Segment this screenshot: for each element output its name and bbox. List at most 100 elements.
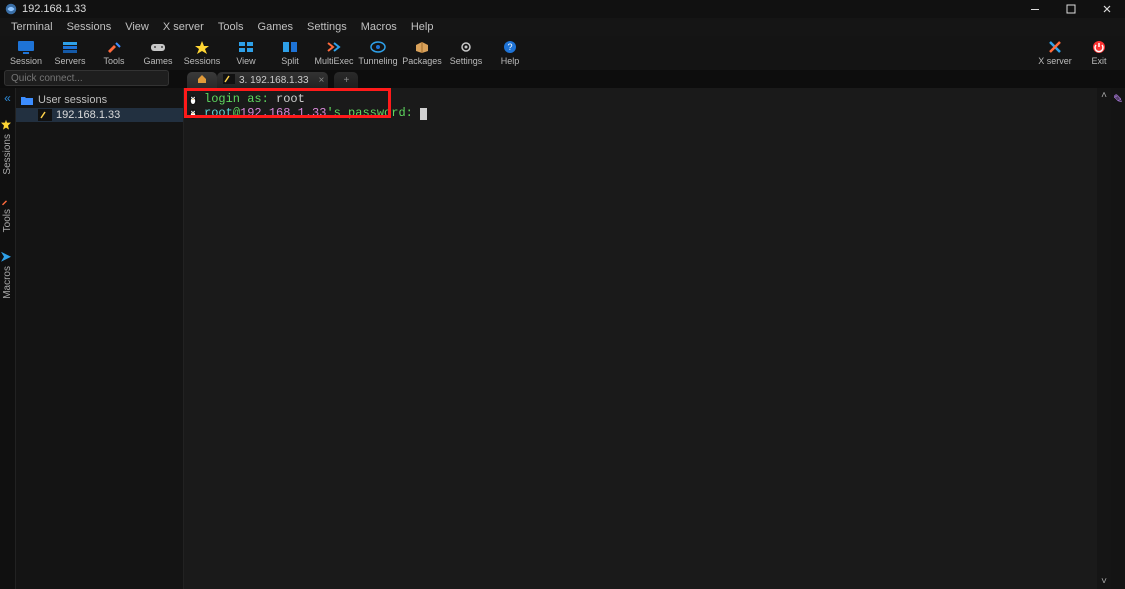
menubar: Terminal Sessions View X server Tools Ga… [0,18,1125,36]
multiexec-icon [325,39,343,55]
tree-item-label: 192.168.1.33 [56,109,120,121]
tab-new[interactable]: + [334,72,358,88]
toolbar-sessions[interactable]: Sessions [180,36,224,70]
terminal-pane[interactable]: login as: root root@192.168.1.33's passw… [184,88,1111,589]
menu-tools[interactable]: Tools [211,18,251,36]
terminal-text: 's password: [326,106,412,120]
subheader: 3. 192.168.1.33 × + [0,70,1125,88]
toolbar-split[interactable]: Split [268,36,312,70]
menu-help[interactable]: Help [404,18,441,36]
tab-home[interactable] [187,72,217,88]
toolbar-label: Tools [103,56,124,67]
dock-sessions[interactable]: Sessions [2,116,13,179]
toolbar-packages[interactable]: Packages [400,36,444,70]
help-icon: ? [501,39,519,55]
terminal-cursor [420,108,427,120]
dock-tools[interactable]: Tools [2,191,13,236]
ssh-icon [223,74,235,87]
tools-icon [3,195,13,205]
dock-label: Sessions [2,134,13,175]
tab-close-icon[interactable]: × [319,75,325,86]
titlebar: 192.168.1.33 [0,0,1125,18]
gear-icon [457,39,475,55]
menu-games[interactable]: Games [251,18,300,36]
terminal-text: @ [233,106,240,120]
toolbar-help[interactable]: ? Help [488,36,532,70]
menu-terminal[interactable]: Terminal [4,18,60,36]
toolbar-label: Tunneling [358,56,397,67]
tab-label: 3. 192.168.1.33 [239,75,309,86]
toolbar-label: Settings [450,56,483,67]
menu-settings[interactable]: Settings [300,18,354,36]
window-title: 192.168.1.33 [22,3,86,15]
minimize-button[interactable] [1017,0,1053,18]
toolbar-label: View [236,56,255,67]
terminal-output: login as: root root@192.168.1.33's passw… [184,88,1111,124]
menu-sessions[interactable]: Sessions [60,18,119,36]
toolbar-label: X server [1038,56,1072,67]
close-button[interactable] [1089,0,1125,18]
toolbar-label: Packages [402,56,442,67]
toolbar-label: Session [10,56,42,67]
star-icon [3,120,13,130]
toolbar-servers[interactable]: Servers [48,36,92,70]
toolbar-label: Games [143,56,172,67]
tab-strip: 3. 192.168.1.33 × + [187,70,358,88]
servers-icon [61,39,79,55]
side-dock: « Sessions Tools Macros [0,88,16,589]
dock-macros[interactable]: Macros [2,248,13,303]
gamepad-icon [149,39,167,55]
toolbar-label: Exit [1091,56,1106,67]
dock-label: Tools [2,209,13,232]
maximize-button[interactable] [1053,0,1089,18]
vertical-scrollbar[interactable]: ˄ ˅ [1097,88,1111,589]
tunnel-icon [369,39,387,55]
toolbar-label: Split [281,56,299,67]
menu-macros[interactable]: Macros [354,18,404,36]
send-icon [3,252,13,262]
app-icon [4,2,18,16]
terminal-line: login as: root [186,92,1105,106]
tree-group-user-sessions[interactable]: User sessions [16,92,183,108]
toolbar-label: MultiExec [314,56,353,67]
folder-icon [20,94,34,106]
toolbar-tools[interactable]: Tools [92,36,136,70]
tree-group-label: User sessions [38,94,107,106]
dock-label: Macros [2,266,13,299]
quick-connect-input[interactable] [4,70,169,86]
home-icon [196,73,208,88]
tab-session-active[interactable]: 3. 192.168.1.33 × [217,72,328,88]
toolbar-multiexec[interactable]: MultiExec [312,36,356,70]
scroll-down-icon[interactable]: ˅ [1101,576,1107,587]
plus-icon: + [343,75,349,86]
toolbar-xserver[interactable]: X server [1033,36,1077,70]
terminal-text: root [204,106,233,120]
toolbar-exit[interactable]: Exit [1077,36,1121,70]
svg-text:?: ? [507,42,512,52]
power-icon [1090,39,1108,55]
toolbar-session[interactable]: Session [4,36,48,70]
menu-xserver[interactable]: X server [156,18,211,36]
star-icon [193,39,211,55]
x-icon [1046,39,1064,55]
collapse-sidebar-icon[interactable]: « [4,92,11,104]
toolbar-label: Servers [54,56,85,67]
ssh-icon [38,109,52,121]
toolbar-tunneling[interactable]: Tunneling [356,36,400,70]
edit-icon[interactable]: ✎ [1113,92,1123,106]
toolbar-settings[interactable]: Settings [444,36,488,70]
penguin-icon [186,107,200,119]
toolbar-games[interactable]: Games [136,36,180,70]
tools-icon [105,39,123,55]
toolbar-label: Sessions [184,56,221,67]
toolbar: Session Servers Tools Games Sessions Vie… [0,36,1125,70]
grid-icon [237,39,255,55]
menu-view[interactable]: View [118,18,156,36]
scroll-up-icon[interactable]: ˄ [1101,90,1107,101]
tree-item-session[interactable]: 192.168.1.33 [16,108,183,122]
toolbar-view[interactable]: View [224,36,268,70]
terminal-text: root [276,92,305,106]
terminal-text: login as: [204,92,276,106]
terminal-text: 192.168.1.33 [240,106,326,120]
split-icon [281,39,299,55]
